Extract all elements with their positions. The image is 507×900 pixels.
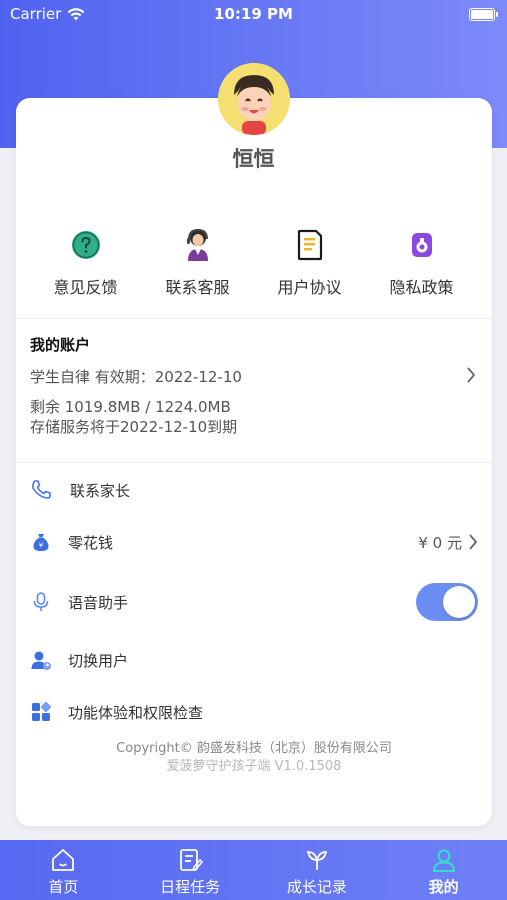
- user-agreement-icon: [297, 229, 322, 261]
- quick-actions: 意见反馈 联系客服 用户协议 隐私政策: [16, 228, 492, 298]
- profile-icon: [432, 849, 455, 872]
- account-title: 我的账户: [30, 336, 91, 354]
- customer-service-button[interactable]: 联系客服: [138, 228, 257, 298]
- feature-check-label: 功能体验和权限检查: [68, 703, 204, 722]
- toggle-knob: [443, 586, 475, 618]
- microphone-icon: [33, 592, 49, 611]
- tab-home-label: 首页: [48, 878, 79, 896]
- privacy-policy-label: 隐私政策: [389, 278, 454, 297]
- clock: 10:19 PM: [214, 5, 293, 23]
- pocket-money-item[interactable]: ¥ 零花钱 ¥ 0 元: [30, 527, 478, 557]
- privacy-policy-button[interactable]: 隐私政策: [362, 228, 481, 298]
- switch-user-icon: [31, 651, 51, 670]
- tab-bar: 首页 日程任务 成长记录 我的: [0, 840, 507, 900]
- user-name: 恒恒: [232, 147, 275, 171]
- divider: [16, 318, 492, 319]
- feature-check-item[interactable]: 功能体验和权限检查: [30, 697, 478, 727]
- tab-growth-label: 成长记录: [286, 878, 347, 896]
- tab-schedule-label: 日程任务: [160, 878, 221, 896]
- user-agreement-label: 用户协议: [277, 278, 342, 297]
- avatar[interactable]: [218, 63, 290, 135]
- tab-profile-label: 我的: [428, 878, 459, 896]
- switch-user-item[interactable]: 切换用户: [30, 645, 478, 675]
- contact-parent-label: 联系家长: [70, 481, 131, 500]
- account-storage-expiry: 存储服务将于2022-12-10到期: [30, 418, 238, 436]
- privacy-policy-icon: [411, 233, 432, 257]
- chevron-right-icon: [469, 534, 478, 550]
- account-section[interactable]: 我的账户 学生自律 有效期：2022-12-10 剩余 1019.8MB / 1…: [30, 334, 476, 436]
- sprout-icon: [306, 851, 328, 870]
- tab-profile[interactable]: 我的: [380, 840, 507, 900]
- tab-home[interactable]: 首页: [0, 840, 127, 900]
- account-plan: 学生自律 有效期：2022-12-10: [30, 368, 242, 386]
- feedback-label: 意见反馈: [53, 278, 118, 297]
- copyright-text: Copyright© 韵盛发科技（北京）股份有限公司: [116, 741, 392, 756]
- status-bar: Carrier 10:19 PM: [0, 0, 507, 30]
- user-agreement-button[interactable]: 用户协议: [250, 228, 369, 298]
- feedback-icon: [71, 231, 100, 259]
- switch-user-label: 切换用户: [68, 651, 129, 670]
- battery-icon: [469, 8, 498, 21]
- voice-assistant-toggle[interactable]: [416, 583, 478, 621]
- feature-grid-icon: [32, 701, 52, 721]
- chevron-right-icon: [467, 367, 476, 383]
- customer-service-label: 联系客服: [165, 278, 230, 297]
- home-icon: [52, 849, 75, 871]
- voice-assistant-item: 语音助手: [30, 582, 478, 622]
- version-text: 爱菠萝守护孩子端 V1.0.1508: [166, 759, 342, 774]
- phone-icon: [32, 480, 51, 499]
- pocket-money-label: 零花钱: [68, 533, 114, 552]
- contact-parent-item[interactable]: 联系家长: [30, 475, 478, 505]
- account-storage-remaining: 剩余 1019.8MB / 1224.0MB: [30, 398, 231, 416]
- pocket-money-value: ¥ 0 元: [418, 533, 462, 552]
- divider: [16, 462, 492, 463]
- money-bag-icon: ¥: [33, 534, 49, 551]
- tab-schedule[interactable]: 日程任务: [127, 840, 254, 900]
- avatar-boy-icon: [218, 63, 290, 135]
- tab-growth[interactable]: 成长记录: [254, 840, 381, 900]
- voice-assistant-label: 语音助手: [68, 593, 129, 612]
- feedback-button[interactable]: 意见反馈: [26, 228, 145, 298]
- schedule-icon: [180, 849, 204, 871]
- svg-text:¥: ¥: [39, 542, 44, 550]
- customer-service-icon: [186, 228, 208, 261]
